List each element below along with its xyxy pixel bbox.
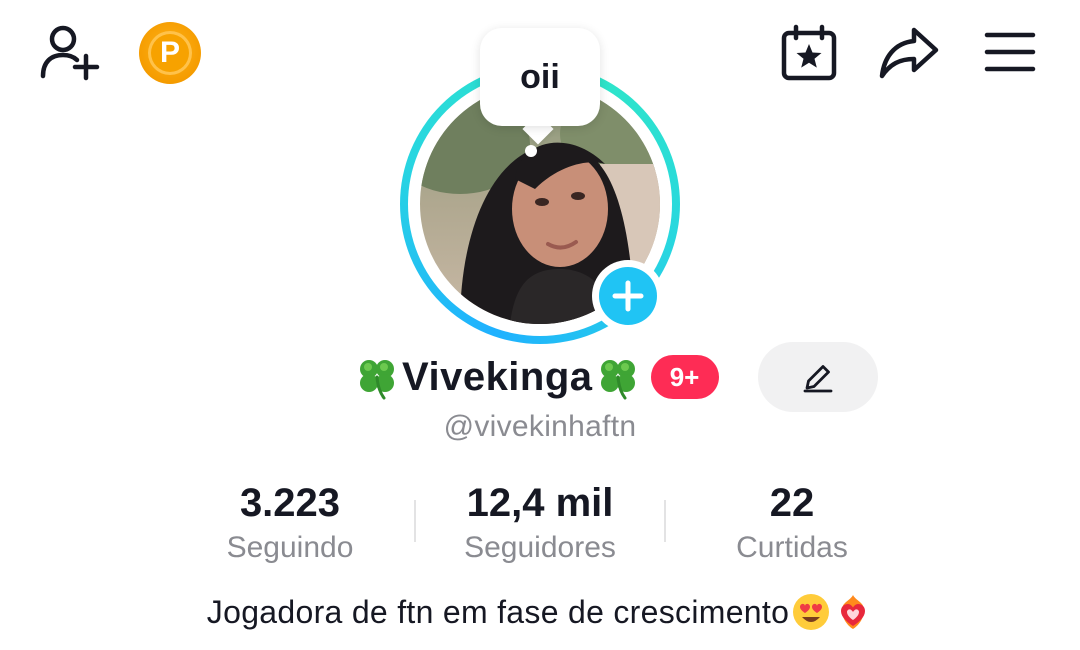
heart-eyes-emoji: [793, 594, 830, 630]
notification-badge[interactable]: 9+: [650, 355, 719, 399]
add-friend-icon: [40, 25, 100, 81]
divider: [414, 500, 416, 542]
stat-value: 3.223: [239, 481, 341, 525]
edit-profile-button[interactable]: [758, 342, 878, 412]
four-leaf-clover-icon: [360, 360, 394, 400]
heart-on-fire-emoji: [841, 595, 866, 629]
four-leaf-clover-icon: [600, 360, 635, 400]
menu-icon: [984, 32, 1036, 72]
calendar-button[interactable]: [780, 24, 838, 82]
stat-label: Curtidas: [736, 531, 848, 564]
note-bubble-text: oii: [520, 57, 560, 96]
stat-label: Seguindo: [226, 531, 354, 564]
username: @vivekinhaftn: [443, 410, 637, 443]
bio: Jogadora de ftn em fase de crescimento: [0, 592, 1080, 632]
coin-letter: P: [159, 36, 180, 69]
name-row: Vivekinga 9+: [354, 350, 719, 404]
add-story-button[interactable]: [592, 260, 664, 332]
pencil-icon: [803, 365, 833, 393]
share-icon: [879, 27, 939, 79]
calendar-star-icon: [781, 24, 837, 81]
coin-button[interactable]: P: [139, 22, 201, 84]
bio-text: Jogadora de ftn em fase de crescimento: [206, 593, 790, 630]
share-button[interactable]: [878, 26, 940, 80]
add-friend-button[interactable]: [36, 22, 102, 82]
stat-label: Seguidores: [464, 531, 616, 564]
bubble-dot: [525, 145, 537, 157]
stat-value: 12,4 mil: [466, 481, 614, 525]
plus-icon: [612, 280, 644, 312]
display-name: Vivekinga: [402, 354, 593, 399]
coin-icon: P: [148, 31, 192, 75]
note-bubble[interactable]: oii: [480, 28, 600, 126]
divider: [664, 500, 666, 542]
stat-followers[interactable]: 12,4 mil Seguidores: [420, 480, 660, 568]
stat-likes[interactable]: 22 Curtidas: [672, 480, 912, 568]
stat-value: 22: [769, 481, 815, 525]
menu-button[interactable]: [984, 30, 1036, 74]
stat-following[interactable]: 3.223 Seguindo: [170, 480, 410, 568]
